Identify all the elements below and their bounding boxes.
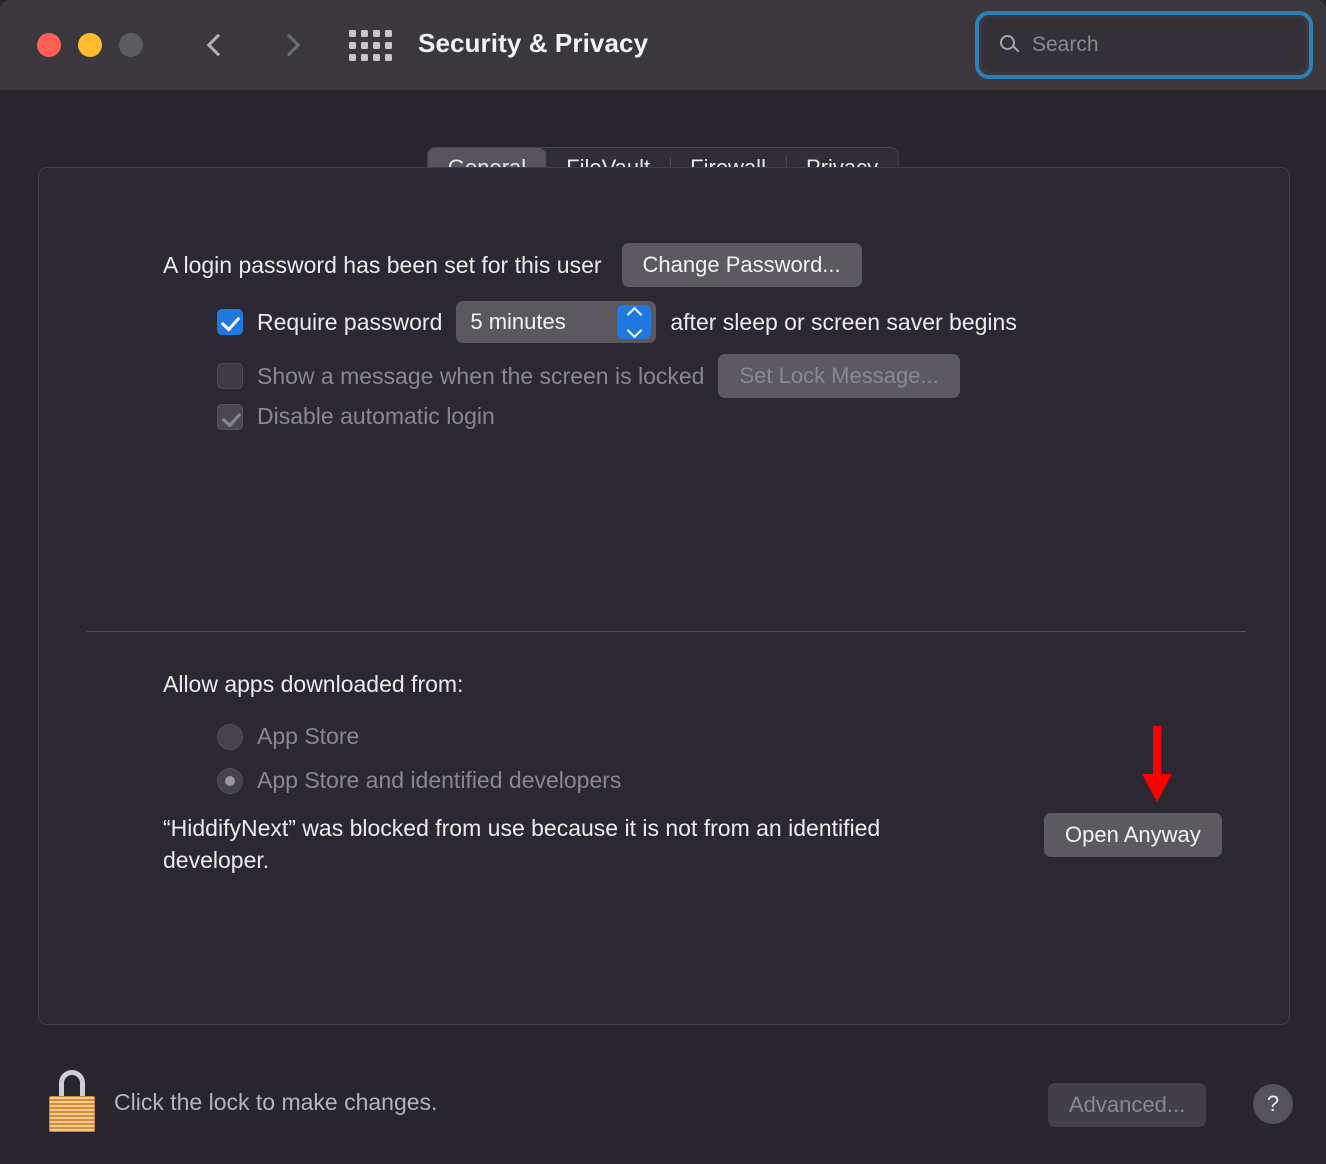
grid-cell — [360, 41, 368, 49]
general-settings-panel: A login password has been set for this u… — [38, 167, 1290, 1025]
allow-apps-title: Allow apps downloaded from: — [163, 671, 464, 697]
disable-automatic-login-label: Disable automatic login — [257, 403, 495, 429]
disable-automatic-login-checkbox[interactable] — [217, 403, 243, 430]
grid-cell — [360, 29, 368, 37]
chevron-left-icon — [206, 33, 229, 57]
grid-cell — [372, 41, 380, 49]
traffic-light-group — [37, 33, 143, 57]
stepper-up-down-icon[interactable] — [617, 305, 652, 339]
require-password-delay-select[interactable]: 5 minutes — [456, 301, 657, 343]
close-window-button[interactable] — [37, 33, 61, 57]
grid-cell — [348, 41, 356, 49]
search-input[interactable]: Search — [982, 18, 1306, 72]
show-lock-message-label: Show a message when the screen is locked — [257, 362, 705, 389]
require-password-checkbox[interactable] — [217, 309, 243, 335]
grid-view-icon[interactable] — [348, 28, 392, 62]
down-arrow-annotation-icon — [1142, 726, 1172, 802]
padlock-locked-icon[interactable] — [48, 1070, 96, 1132]
require-password-delay-value: 5 minutes — [470, 309, 566, 334]
search-placeholder: Search — [1032, 33, 1099, 56]
show-lock-message-checkbox[interactable] — [217, 363, 243, 389]
require-password-label: Require password — [257, 308, 443, 335]
advanced-button[interactable]: Advanced... — [1048, 1083, 1207, 1127]
grid-cell — [372, 53, 380, 61]
disable-auto-login-row: Disable automatic login — [217, 403, 495, 430]
back-button[interactable] — [192, 22, 238, 68]
password-status-label: A login password has been set for this u… — [163, 251, 602, 278]
lock-message-row: Show a message when the screen is locked… — [217, 354, 960, 398]
login-password-row: A login password has been set for this u… — [163, 243, 862, 287]
chevron-down-icon — [626, 322, 643, 338]
padlock-body — [49, 1096, 95, 1132]
change-password-button[interactable]: Change Password... — [621, 243, 862, 287]
grid-cell — [348, 29, 356, 37]
search-icon — [1000, 35, 1020, 55]
chevron-right-icon — [277, 33, 300, 57]
minimize-window-button[interactable] — [78, 33, 102, 57]
zoom-window-button[interactable] — [119, 33, 143, 57]
require-password-row: Require password 5 minutes after sleep o… — [217, 301, 1017, 343]
radio-app-store[interactable] — [217, 723, 243, 750]
radio-app-store-label: App Store — [257, 723, 360, 749]
require-password-suffix-label: after sleep or screen saver begins — [670, 308, 1017, 335]
blocked-app-message: “HiddifyNext” was blocked from use becau… — [163, 815, 881, 873]
allow-option-app-store[interactable]: App Store — [217, 723, 359, 750]
window-title: Security & Privacy — [418, 28, 649, 58]
section-divider — [87, 631, 1246, 632]
search-field-focus-ring: Search — [975, 11, 1313, 79]
open-anyway-button[interactable]: Open Anyway — [1044, 813, 1222, 857]
grid-cell — [372, 29, 380, 37]
help-button[interactable]: ? — [1253, 1084, 1293, 1124]
chevron-up-icon — [626, 306, 643, 322]
forward-button[interactable] — [268, 22, 314, 68]
allow-option-identified-developers[interactable]: App Store and identified developers — [217, 767, 621, 794]
radio-app-store-and-identified-developers[interactable] — [217, 767, 243, 794]
grid-cell — [384, 41, 392, 49]
window-titlebar: Security & Privacy Search — [0, 0, 1326, 90]
radio-identified-developers-label: App Store and identified developers — [257, 767, 622, 793]
grid-cell — [384, 29, 392, 37]
grid-cell — [384, 53, 392, 61]
grid-cell — [348, 53, 356, 61]
grid-cell — [360, 53, 368, 61]
set-lock-message-button[interactable]: Set Lock Message... — [718, 354, 960, 398]
lock-hint-text: Click the lock to make changes. — [114, 1089, 438, 1115]
